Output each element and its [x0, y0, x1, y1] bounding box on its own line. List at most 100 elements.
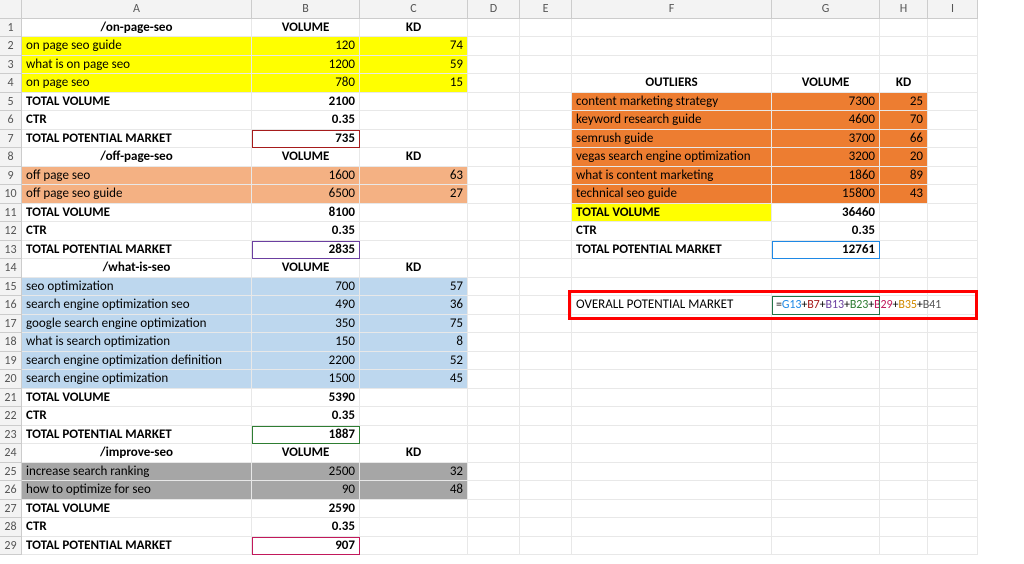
- cell-C20[interactable]: 45: [360, 370, 468, 389]
- cell[interactable]: [772, 426, 880, 445]
- col-header-H[interactable]: H: [880, 0, 928, 19]
- cell[interactable]: [772, 500, 880, 519]
- cell-A28[interactable]: CTR: [22, 518, 252, 537]
- col-header-E[interactable]: E: [520, 0, 572, 19]
- row-header[interactable]: 23: [0, 426, 22, 445]
- cell[interactable]: [928, 19, 978, 38]
- cell[interactable]: [468, 19, 520, 38]
- cell[interactable]: [360, 241, 468, 260]
- cell-F16[interactable]: OVERALL POTENTIAL MARKET: [572, 296, 772, 315]
- cell-A12[interactable]: CTR: [22, 222, 252, 241]
- cell[interactable]: [772, 315, 880, 334]
- cell-B1[interactable]: VOLUME: [252, 19, 360, 38]
- row-header[interactable]: 5: [0, 93, 22, 112]
- cell-F9[interactable]: what is content marketing: [572, 167, 772, 186]
- cell[interactable]: [468, 204, 520, 223]
- row-header[interactable]: 25: [0, 463, 22, 482]
- cell[interactable]: [928, 518, 978, 537]
- cell-C3[interactable]: 59: [360, 56, 468, 75]
- cell[interactable]: [928, 37, 978, 56]
- cell-C16[interactable]: 36: [360, 296, 468, 315]
- cell[interactable]: [880, 389, 928, 408]
- cell[interactable]: [572, 315, 772, 334]
- cell[interactable]: [520, 37, 572, 56]
- cell-B21[interactable]: 5390: [252, 389, 360, 408]
- cell-A7[interactable]: TOTAL POTENTIAL MARKET: [22, 130, 252, 149]
- cell[interactable]: [928, 278, 978, 297]
- cell[interactable]: [928, 426, 978, 445]
- cell-A24[interactable]: /improve-seo: [22, 444, 252, 463]
- cell[interactable]: [520, 56, 572, 75]
- cell[interactable]: [520, 296, 572, 315]
- cell[interactable]: [520, 500, 572, 519]
- cell-G16-formula[interactable]: =G13+B7+B13+B23+B29+B35+B41: [772, 296, 880, 315]
- cell-B28[interactable]: 0.35: [252, 518, 360, 537]
- cell[interactable]: [772, 333, 880, 352]
- cell[interactable]: [880, 537, 928, 556]
- cell-B16[interactable]: 490: [252, 296, 360, 315]
- cell-G13[interactable]: 12761: [772, 241, 880, 260]
- cell[interactable]: [468, 352, 520, 371]
- cell[interactable]: [772, 389, 880, 408]
- cell[interactable]: [468, 444, 520, 463]
- cell-A19[interactable]: search engine optimization definition: [22, 352, 252, 371]
- cell-B11[interactable]: 8100: [252, 204, 360, 223]
- cell[interactable]: [572, 56, 772, 75]
- cell[interactable]: [360, 518, 468, 537]
- cell-A15[interactable]: seo optimization: [22, 278, 252, 297]
- row-header[interactable]: 13: [0, 241, 22, 260]
- cell[interactable]: [468, 500, 520, 519]
- cell[interactable]: [468, 296, 520, 315]
- cell[interactable]: [880, 56, 928, 75]
- cell-B23[interactable]: 1887: [252, 426, 360, 445]
- cell[interactable]: [772, 370, 880, 389]
- cell-F4[interactable]: OUTLIERS: [572, 74, 772, 93]
- cell-C26[interactable]: 48: [360, 481, 468, 500]
- cell[interactable]: [520, 407, 572, 426]
- cell-G10[interactable]: 15800: [772, 185, 880, 204]
- cell-B19[interactable]: 2200: [252, 352, 360, 371]
- cell[interactable]: [928, 537, 978, 556]
- cell-A5[interactable]: TOTAL VOLUME: [22, 93, 252, 112]
- cell[interactable]: [880, 19, 928, 38]
- cell[interactable]: [572, 278, 772, 297]
- cell[interactable]: [520, 148, 572, 167]
- cell[interactable]: [880, 333, 928, 352]
- cell[interactable]: [772, 259, 880, 278]
- row-header[interactable]: 14: [0, 259, 22, 278]
- cell[interactable]: [772, 352, 880, 371]
- cell[interactable]: [468, 93, 520, 112]
- row-header[interactable]: 8: [0, 148, 22, 167]
- cell[interactable]: [468, 130, 520, 149]
- cell-C19[interactable]: 52: [360, 352, 468, 371]
- cell[interactable]: [520, 185, 572, 204]
- cell-C9[interactable]: 63: [360, 167, 468, 186]
- cell[interactable]: [880, 426, 928, 445]
- cell[interactable]: [928, 463, 978, 482]
- cell[interactable]: [360, 426, 468, 445]
- row-header[interactable]: 28: [0, 518, 22, 537]
- cell[interactable]: [772, 518, 880, 537]
- cell-A22[interactable]: CTR: [22, 407, 252, 426]
- cell[interactable]: [928, 167, 978, 186]
- cell-B18[interactable]: 150: [252, 333, 360, 352]
- cell[interactable]: [880, 204, 928, 223]
- cell-C14[interactable]: KD: [360, 259, 468, 278]
- row-header[interactable]: 6: [0, 111, 22, 130]
- cell[interactable]: [360, 500, 468, 519]
- cell[interactable]: [360, 407, 468, 426]
- cell[interactable]: [928, 352, 978, 371]
- cell[interactable]: [928, 315, 978, 334]
- cell-A23[interactable]: TOTAL POTENTIAL MARKET: [22, 426, 252, 445]
- row-header[interactable]: 26: [0, 481, 22, 500]
- cell-B22[interactable]: 0.35: [252, 407, 360, 426]
- cell-B20[interactable]: 1500: [252, 370, 360, 389]
- col-header-B[interactable]: B: [252, 0, 360, 19]
- cell-C8[interactable]: KD: [360, 148, 468, 167]
- cell[interactable]: [572, 37, 772, 56]
- cell[interactable]: [928, 56, 978, 75]
- cell-H7[interactable]: 66: [880, 130, 928, 149]
- cell-B10[interactable]: 6500: [252, 185, 360, 204]
- cell[interactable]: [520, 259, 572, 278]
- cell-B6[interactable]: 0.35: [252, 111, 360, 130]
